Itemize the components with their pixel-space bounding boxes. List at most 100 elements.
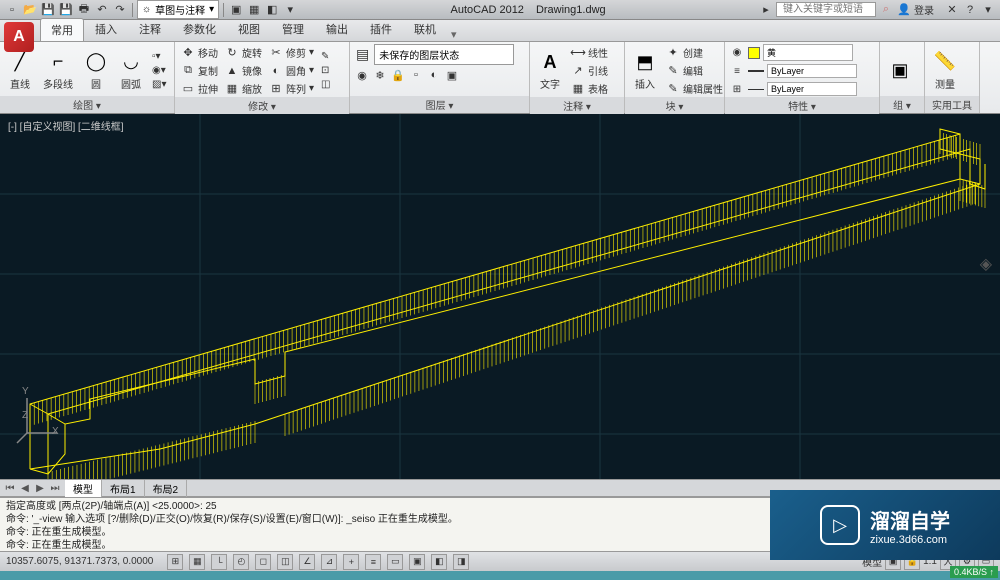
move-button[interactable]: ✥移动	[179, 44, 220, 61]
qat-save-icon[interactable]: 💾	[40, 2, 56, 18]
help-icon[interactable]: ?	[962, 2, 978, 18]
panel-layer-label[interactable]: 图层 ▾	[350, 96, 529, 113]
leader-button[interactable]: ↗引线	[569, 62, 610, 79]
tab-insert[interactable]: 插入	[84, 17, 128, 41]
table-button[interactable]: ▦表格	[569, 80, 610, 97]
app-menu-button[interactable]: A	[4, 22, 34, 52]
chevron-down-icon[interactable]: ▾	[282, 2, 298, 18]
insert-button[interactable]: ⬒插入	[629, 48, 661, 93]
linetype-dropdown[interactable]: ByLayer	[767, 82, 857, 96]
tab-view[interactable]: 视图	[227, 17, 271, 41]
tpy-button[interactable]: ▭	[387, 554, 403, 570]
draw-extra3[interactable]: ▨▾	[150, 78, 168, 91]
match-props-icon[interactable]: ◉	[729, 45, 745, 61]
edit-block-button[interactable]: ✎编辑	[664, 62, 725, 79]
rotate-button[interactable]: ↻旋转	[223, 44, 264, 61]
layout2-tab[interactable]: 布局2	[145, 480, 188, 497]
erase-icon[interactable]: ✎	[319, 50, 332, 63]
login-label[interactable]: 登录	[914, 2, 934, 17]
layer-freeze-icon[interactable]: ❄	[372, 67, 388, 83]
tab-nav[interactable]: ⏮◀▶⏭	[0, 483, 65, 494]
grid-button[interactable]: ▦	[189, 554, 205, 570]
lwt-button[interactable]: ≡	[365, 554, 381, 570]
line-button[interactable]: ╱直线	[4, 48, 36, 93]
am-button[interactable]: ◨	[453, 554, 469, 570]
user-icon[interactable]: 👤	[896, 2, 912, 18]
draw-extra2[interactable]: ◉▾	[150, 64, 168, 77]
panel-draw-label[interactable]: 绘图 ▾	[0, 96, 174, 113]
arc-button[interactable]: ◡圆弧	[115, 48, 147, 93]
qat-undo-icon[interactable]: ↶	[94, 2, 110, 18]
copy-button[interactable]: ⧉复制	[179, 62, 220, 79]
layout1-tab[interactable]: 布局1	[102, 480, 145, 497]
layer-lock-icon[interactable]: 🔒	[390, 67, 406, 83]
stretch-button[interactable]: ▭拉伸	[179, 80, 220, 97]
qat-open-icon[interactable]: 📂	[22, 2, 38, 18]
lineweight-dropdown[interactable]: ByLayer	[767, 64, 857, 78]
offset-icon[interactable]: ◫	[319, 78, 332, 91]
explode-icon[interactable]: ⊡	[319, 64, 332, 77]
qat-print-icon[interactable]: 🖶	[76, 2, 92, 18]
model-tab[interactable]: 模型	[65, 480, 102, 497]
panel-properties-label[interactable]: 特性 ▾	[725, 97, 879, 114]
layer-props-button[interactable]: ▤	[354, 45, 371, 64]
layer-state-dropdown[interactable]: 未保存的图层状态	[374, 44, 514, 65]
create-block-button[interactable]: ✦创建	[664, 44, 725, 61]
qat-extra2-icon[interactable]: ▦	[246, 2, 262, 18]
ortho-button[interactable]: └	[211, 554, 227, 570]
tab-parametric[interactable]: 参数化	[172, 17, 227, 41]
ducs-button[interactable]: ⊿	[321, 554, 337, 570]
array-button[interactable]: ⊞阵列▾	[267, 80, 316, 97]
panel-block-label[interactable]: 块 ▾	[625, 97, 724, 114]
help-arrow-icon[interactable]: ▸	[758, 2, 774, 18]
color-dropdown[interactable]: 黄	[763, 44, 853, 61]
tab-annotate[interactable]: 注释	[128, 17, 172, 41]
tab-plugins[interactable]: 插件	[359, 17, 403, 41]
panel-group-label[interactable]: 组 ▾	[880, 96, 924, 113]
search-icon[interactable]: ⌕	[878, 2, 894, 18]
draw-extra1[interactable]: ▫▾	[150, 50, 168, 63]
tab-manage[interactable]: 管理	[271, 17, 315, 41]
linetype-icon[interactable]: ⊞	[729, 81, 745, 97]
panel-modify-label[interactable]: 修改 ▾	[175, 97, 349, 114]
layer-iso-icon[interactable]: ◉	[354, 67, 370, 83]
mirror-button[interactable]: ▲镜像	[223, 62, 264, 79]
otrack-button[interactable]: ∠	[299, 554, 315, 570]
layer-match-icon[interactable]: ▣	[444, 67, 460, 83]
qat-saveas-icon[interactable]: 💾	[58, 2, 74, 18]
measure-button[interactable]: 📏测量	[929, 48, 961, 93]
polar-button[interactable]: ◴	[233, 554, 249, 570]
qat-redo-icon[interactable]: ↷	[112, 2, 128, 18]
panel-utilities-label[interactable]: 实用工具	[925, 96, 979, 113]
tab-output[interactable]: 输出	[315, 17, 359, 41]
layer-off-icon[interactable]: ◐	[426, 67, 442, 83]
linear-dim-button[interactable]: ⟷线性	[569, 44, 610, 61]
layer-color-icon[interactable]: ▫	[408, 67, 424, 83]
qp-button[interactable]: ▣	[409, 554, 425, 570]
exchange-icon[interactable]: ✕	[944, 2, 960, 18]
tab-online[interactable]: 联机	[403, 17, 447, 41]
qat-extra3-icon[interactable]: ◧	[264, 2, 280, 18]
circle-button[interactable]: ◯圆	[80, 48, 112, 93]
scale-button[interactable]: ▦缩放	[223, 80, 264, 97]
dyn-button[interactable]: +	[343, 554, 359, 570]
lineweight-icon[interactable]: ≡	[729, 63, 745, 79]
polyline-button[interactable]: ⌐多段线	[39, 48, 77, 93]
ribbon-expand-icon[interactable]: ▾	[451, 28, 457, 41]
sc-button[interactable]: ◧	[431, 554, 447, 570]
qat-new-icon[interactable]: ▫	[4, 2, 20, 18]
trim-button[interactable]: ✂修剪▾	[267, 44, 316, 61]
panel-annotation-label[interactable]: 注释 ▾	[530, 97, 624, 114]
search-input[interactable]	[776, 2, 876, 17]
qat-extra1-icon[interactable]: ▣	[228, 2, 244, 18]
drawing-viewport[interactable]: [-] [自定义视图] [二维线框] hatch Y Z X ◈	[0, 114, 1000, 479]
tab-home[interactable]: 常用	[40, 18, 84, 41]
edit-attr-button[interactable]: ✎编辑属性	[664, 80, 725, 97]
osnap-button[interactable]: ◻	[255, 554, 271, 570]
fillet-button[interactable]: ◐圆角▾	[267, 62, 316, 79]
minimize-icon[interactable]: ▾	[980, 2, 996, 18]
text-button[interactable]: A文字	[534, 48, 566, 93]
nav-bar[interactable]: ◈	[980, 254, 992, 274]
group-button[interactable]: ▣	[884, 56, 916, 84]
snap-button[interactable]: ⊞	[167, 554, 183, 570]
